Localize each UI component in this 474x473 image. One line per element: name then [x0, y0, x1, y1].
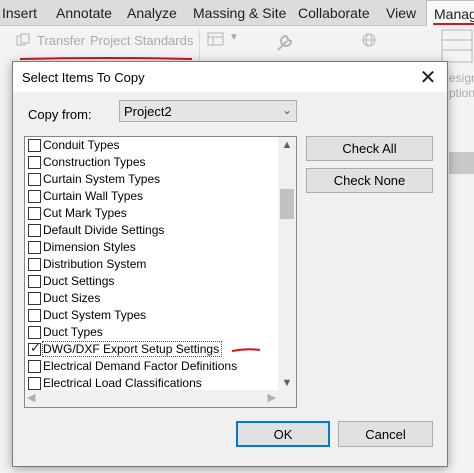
item-checkbox[interactable]: [28, 190, 41, 203]
tab-analyze[interactable]: Analyze: [127, 5, 177, 21]
annotation-underline-transfer: [20, 57, 192, 60]
horizontal-scrollbar[interactable]: ◀ ▶: [25, 390, 296, 407]
design-options-label-1[interactable]: esign: [449, 71, 474, 85]
item-label: Dimension Styles: [43, 240, 136, 254]
list-item[interactable]: Curtain Wall Types: [25, 188, 278, 205]
project-standards-label[interactable]: Project Standards: [90, 33, 193, 48]
annotation-underline-dwg: [231, 348, 261, 352]
tab-collaborate[interactable]: Collaborate: [298, 5, 370, 21]
item-checkbox-checked[interactable]: ✓: [28, 340, 41, 356]
copy-from-label: Copy from:: [28, 107, 92, 122]
design-options-icon[interactable]: [440, 28, 474, 64]
dialog-title: Select Items To Copy: [22, 70, 145, 85]
tab-manage-label: Manag: [434, 6, 474, 22]
list-item[interactable]: Duct Settings: [25, 273, 278, 290]
item-label: Cut Mark Types: [43, 206, 127, 220]
scroll-left-arrow-icon[interactable]: ◀: [27, 391, 35, 404]
item-label: Duct System Types: [43, 308, 147, 322]
item-label: DWG/DXF Export Setup Settings: [41, 341, 223, 357]
chevron-down-icon: ⌄: [281, 103, 292, 117]
tab-massing-site[interactable]: Massing & Site: [193, 5, 286, 21]
list-item[interactable]: Default Divide Settings: [25, 222, 278, 239]
select-items-dialog: Select Items To Copy ✕ Copy from: Projec…: [12, 61, 448, 467]
check-none-button[interactable]: Check None: [306, 168, 433, 193]
list-item[interactable]: Duct Types: [25, 324, 278, 341]
item-label: Construction Types: [43, 155, 146, 169]
close-button[interactable]: ✕: [415, 64, 441, 90]
tab-view[interactable]: View: [386, 5, 416, 21]
item-checkbox[interactable]: [28, 173, 41, 186]
list-item[interactable]: Duct Sizes: [25, 290, 278, 307]
item-label: Conduit Types: [43, 138, 120, 152]
cancel-button[interactable]: Cancel: [338, 421, 433, 447]
item-checkbox[interactable]: [28, 360, 41, 373]
item-label: Duct Sizes: [43, 291, 101, 305]
items-list-content: Conduit Types Construction Types Curtain…: [25, 137, 278, 392]
item-checkbox[interactable]: [28, 377, 41, 390]
item-checkbox[interactable]: [28, 309, 41, 322]
item-checkbox[interactable]: [28, 275, 41, 288]
item-label: Duct Settings: [43, 274, 115, 288]
ribbon-tab-bar: Insert Annotate Analyze Massing & Site C…: [0, 0, 474, 27]
item-label: Curtain System Types: [43, 172, 161, 186]
item-checkbox[interactable]: [28, 156, 41, 169]
transfer-icon: [16, 33, 30, 46]
item-label: Duct Types: [43, 325, 103, 339]
list-item[interactable]: Conduit Types: [25, 137, 278, 154]
globe-icon[interactable]: [361, 32, 377, 48]
item-checkbox[interactable]: [28, 139, 41, 152]
list-item[interactable]: Duct System Types: [25, 307, 278, 324]
item-label: Electrical Load Classifications: [43, 376, 202, 390]
item-checkbox[interactable]: [28, 292, 41, 305]
background-toolbar-strip: [449, 152, 474, 174]
scroll-right-arrow-icon[interactable]: ▶: [268, 391, 276, 404]
annotation-underline-manage: [433, 23, 474, 25]
list-item[interactable]: Electrical Demand Factor Definitions: [25, 358, 278, 375]
item-checkbox[interactable]: [28, 224, 41, 237]
item-checkbox[interactable]: [28, 326, 41, 339]
item-checkbox[interactable]: [28, 258, 41, 271]
item-label: Curtain Wall Types: [43, 189, 144, 203]
copy-from-dropdown[interactable]: Project2 ⌄: [119, 100, 297, 122]
scroll-up-arrow-icon[interactable]: ▲: [278, 137, 296, 153]
item-checkbox[interactable]: [28, 207, 41, 220]
item-label: Default Divide Settings: [43, 223, 165, 237]
panels-icon[interactable]: [207, 32, 225, 46]
tab-manage[interactable]: Manag: [426, 0, 474, 27]
items-list: Conduit Types Construction Types Curtain…: [24, 136, 297, 408]
item-checkbox[interactable]: [28, 241, 41, 254]
checkmark-icon: ✓: [30, 340, 41, 355]
scroll-down-arrow-icon[interactable]: ▼: [278, 375, 296, 391]
tab-annotate[interactable]: Annotate: [56, 5, 112, 21]
wrench-icon[interactable]: [273, 30, 297, 54]
list-item[interactable]: Construction Types: [25, 154, 278, 171]
item-label: Distribution System: [43, 257, 147, 271]
list-item[interactable]: Cut Mark Types: [25, 205, 278, 222]
design-options-label-2[interactable]: ptions: [449, 86, 474, 100]
list-item[interactable]: Distribution System: [25, 256, 278, 273]
copy-from-value: Project2: [124, 104, 172, 119]
list-item[interactable]: Curtain System Types: [25, 171, 278, 188]
dropdown-arrow-icon[interactable]: ▼: [229, 32, 239, 43]
transfer-label[interactable]: Transfer: [37, 33, 85, 48]
ok-button[interactable]: OK: [236, 421, 330, 447]
vertical-scrollbar[interactable]: ▲ ▼: [278, 137, 296, 391]
scroll-thumb[interactable]: [280, 189, 294, 219]
list-item[interactable]: Dimension Styles: [25, 239, 278, 256]
check-all-button[interactable]: Check All: [306, 136, 433, 161]
dialog-title-bar[interactable]: Select Items To Copy ✕: [13, 62, 447, 92]
tab-insert[interactable]: Insert: [2, 5, 37, 21]
item-label: Electrical Demand Factor Definitions: [43, 359, 238, 373]
close-icon: ✕: [419, 66, 437, 89]
